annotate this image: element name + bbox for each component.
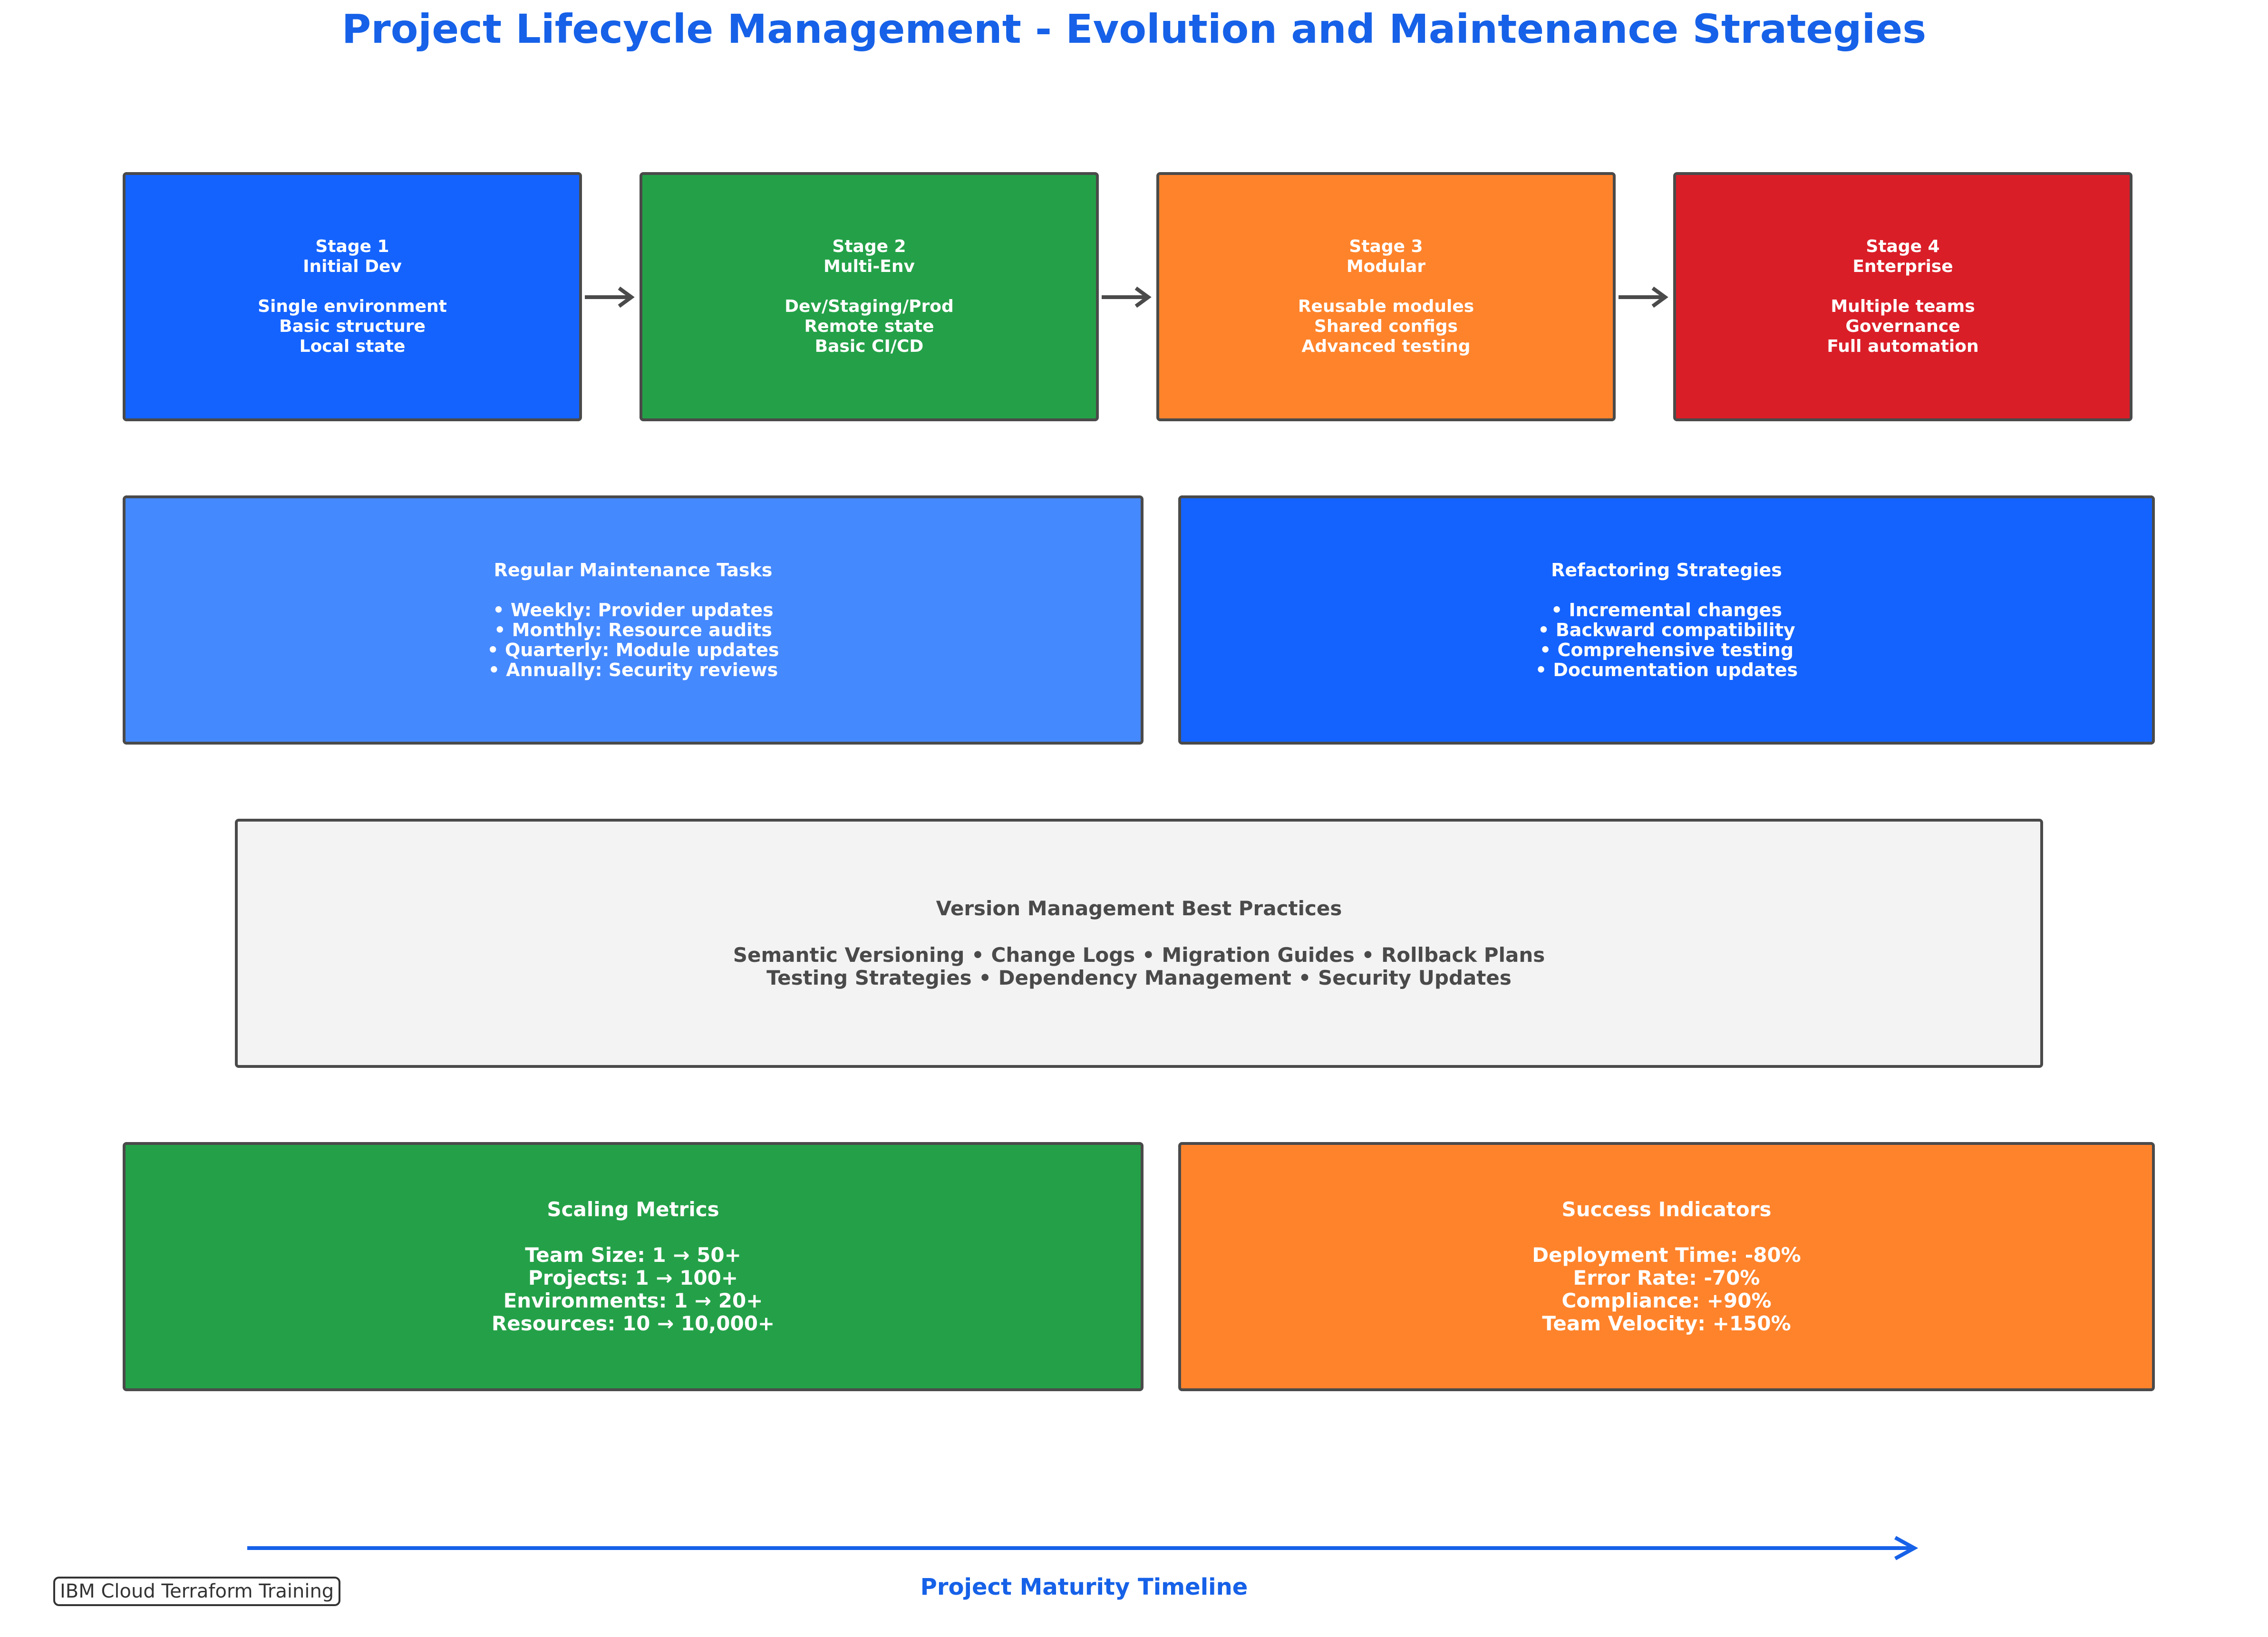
timeline-label: Project Maturity Timeline [920,1574,1248,1600]
timeline-arrow-icon [247,1536,1919,1560]
stage-1-box: Stage 1 Initial Dev Single environment B… [123,172,582,421]
stage-3-item: Reusable modules [1298,297,1474,316]
version-management-title: Version Management Best Practices [936,897,1342,920]
success-indicator: Error Rate: -70% [1573,1266,1760,1289]
footer-badge: IBM Cloud Terraform Training [53,1577,341,1606]
stage-arrow-icon [1102,286,1152,308]
maintenance-title: Regular Maintenance Tasks [494,560,773,581]
scaling-metric: Projects: 1 → 100+ [528,1266,738,1289]
maintenance-item: • Monthly: Resource audits [494,620,772,640]
page-title: Project Lifecycle Management - Evolution… [341,6,1927,52]
maintenance-item: • Quarterly: Module updates [487,639,779,660]
success-indicator: Compliance: +90% [1561,1289,1772,1312]
version-management-line: Testing Strategies • Dependency Manageme… [766,966,1512,989]
success-indicator: Team Velocity: +150% [1542,1312,1791,1335]
scaling-metric: Environments: 1 → 20+ [503,1289,763,1312]
stage-1-item: Local state [299,337,406,356]
success-indicators-box: Success Indicators Deployment Time: -80%… [1178,1142,2155,1391]
stage-2-box: Stage 2 Multi-Env Dev/Staging/Prod Remot… [640,172,1099,421]
version-management-line: Semantic Versioning • Change Logs • Migr… [733,943,1545,967]
stage-3-subtitle: Modular [1346,257,1426,276]
scaling-metrics-box: Scaling Metrics Team Size: 1 → 50+ Proje… [123,1142,1144,1391]
stage-3-box: Stage 3 Modular Reusable modules Shared … [1156,172,1616,421]
scaling-metric: Resources: 10 → 10,000+ [491,1312,775,1335]
maintenance-box: Regular Maintenance Tasks • Weekly: Prov… [123,495,1144,745]
stage-4-item: Multiple teams [1831,297,1975,316]
stage-4-subtitle: Enterprise [1852,257,1953,276]
refactoring-item: • Comprehensive testing [1539,639,1794,660]
refactoring-item: • Documentation updates [1535,659,1798,680]
success-indicator: Deployment Time: -80% [1532,1243,1801,1267]
stage-2-name: Stage 2 [832,237,906,256]
stage-4-item: Governance [1845,317,1960,336]
stage-4-name: Stage 4 [1866,237,1940,256]
refactoring-item: • Backward compatibility [1538,620,1795,640]
stage-3-item: Advanced testing [1301,337,1471,356]
stage-arrow-icon [585,286,635,308]
stage-arrow-icon [1619,286,1668,308]
stage-4-item: Full automation [1827,337,1979,356]
stage-1-item: Basic structure [279,317,426,336]
version-management-box: Version Management Best Practices Semant… [235,819,2043,1068]
stage-1-subtitle: Initial Dev [303,257,402,276]
stage-4-box: Stage 4 Enterprise Multiple teams Govern… [1673,172,2132,421]
success-indicators-title: Success Indicators [1561,1198,1772,1221]
scaling-metrics-title: Scaling Metrics [547,1198,719,1221]
refactoring-box: Refactoring Strategies • Incremental cha… [1178,495,2155,745]
stage-2-item: Remote state [804,317,934,336]
scaling-metric: Team Size: 1 → 50+ [525,1243,741,1267]
maintenance-item: • Weekly: Provider updates [493,600,774,620]
stage-2-item: Basic CI/CD [814,337,924,356]
refactoring-title: Refactoring Strategies [1551,560,1782,581]
stage-2-item: Dev/Staging/Prod [785,297,954,316]
stage-3-name: Stage 3 [1349,237,1423,256]
stage-3-item: Shared configs [1314,317,1458,336]
stage-1-item: Single environment [258,297,447,316]
stage-2-subtitle: Multi-Env [824,257,915,276]
maintenance-item: • Annually: Security reviews [488,659,778,680]
refactoring-item: • Incremental changes [1551,600,1783,620]
stage-1-name: Stage 1 [315,237,389,256]
